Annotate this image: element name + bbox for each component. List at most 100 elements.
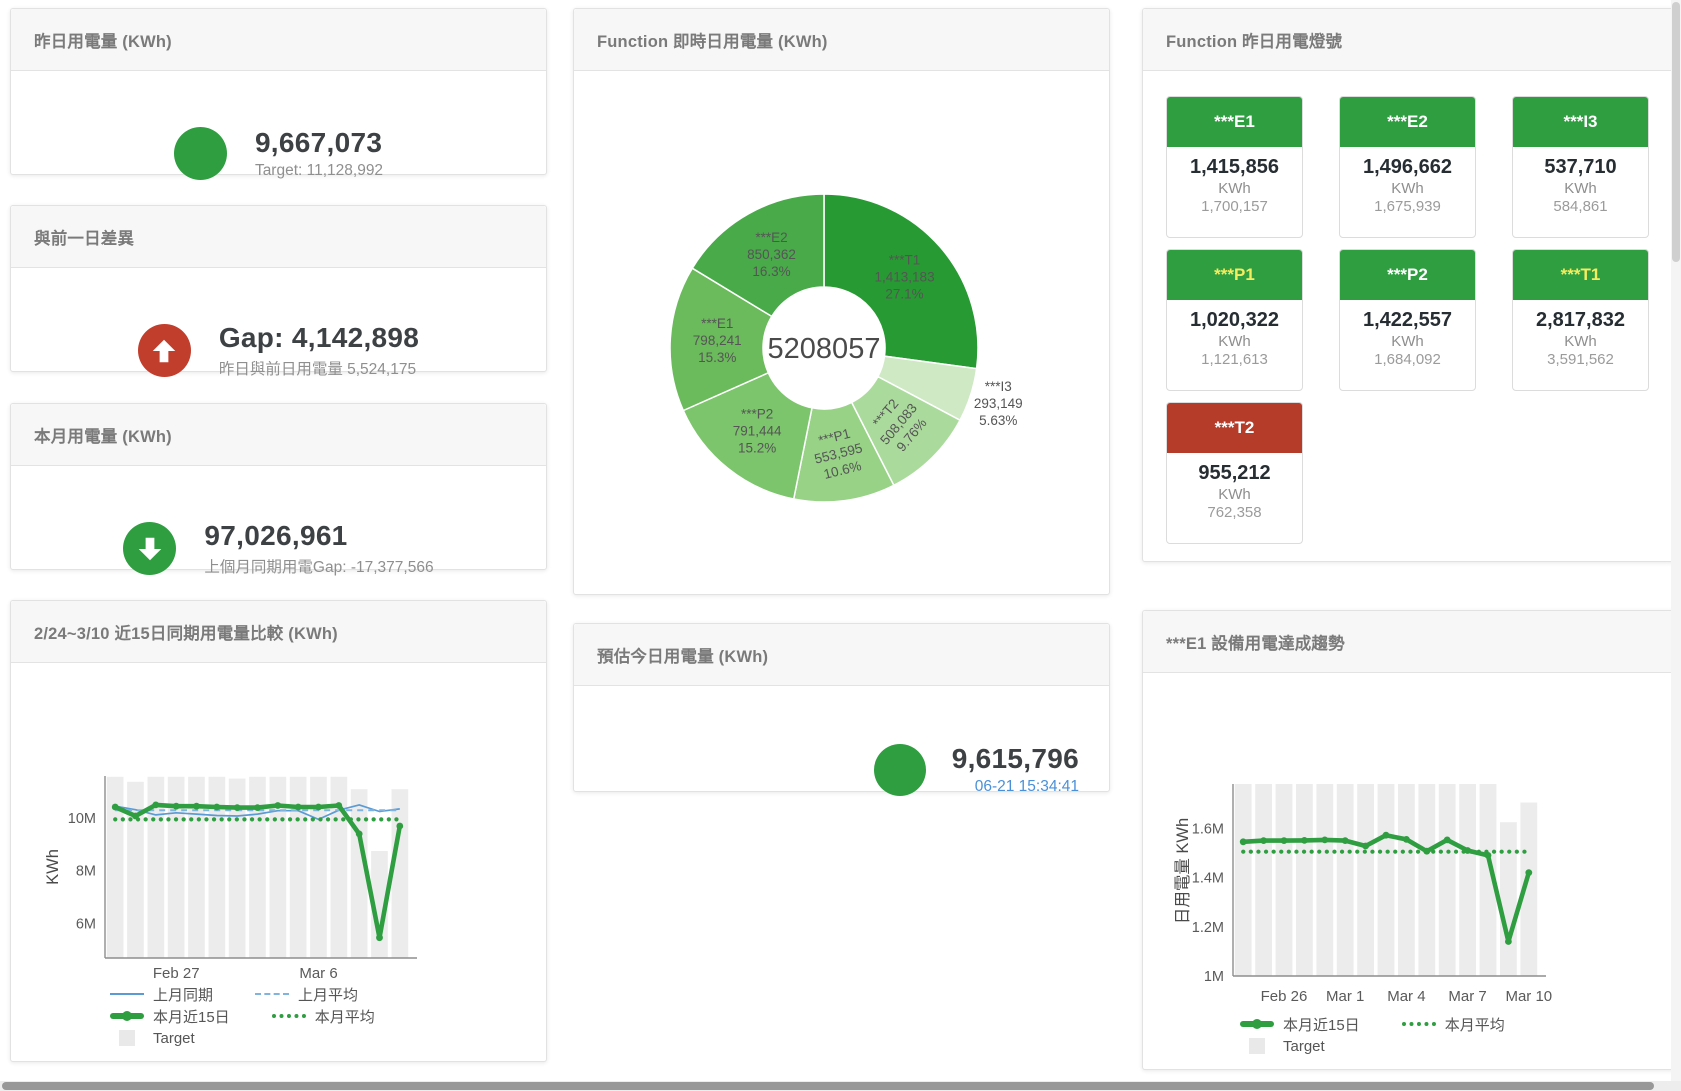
legend-item[interactable]: Target [1240,1038,1325,1055]
tile-target-value: 3,591,562 [1513,351,1648,368]
y-tick-label: 1.2M [1192,920,1224,936]
horizontal-scrollbar-thumb[interactable] [2,1082,1654,1090]
target-bar [1500,822,1517,976]
y-tick-label: 6M [76,916,96,932]
tile-usage-value: 1,422,557 [1340,309,1475,332]
donut-slice-label: ***I3293,1495.63% [974,379,1023,428]
target-bar [1276,784,1293,976]
legend-item[interactable]: 本月平均 [1402,1014,1505,1035]
tile-usage-value: 537,710 [1513,156,1648,179]
light-tile-E2: ***E21,496,662KWh1,675,939 [1339,96,1476,238]
y-tick-label: 1.4M [1192,871,1224,887]
panel-e1-trend-chart: ***E1 設備用電達成趨勢 1M1.2M1.4M1.6MFeb 26Mar 1… [1142,610,1679,1070]
tile-status-header: ***T2 [1167,403,1302,453]
panel-header: 預估今日用電量 (KWh) [574,624,1109,686]
target-bar [1235,784,1252,976]
yesterday-usage-value: 9,667,073 [255,127,383,159]
tile-usage-value: 1,496,662 [1340,156,1475,179]
e1trend-legend: 本月近15日 本月平均 Target [1240,1015,1505,1055]
legend-item[interactable]: 上月同期 [110,984,213,1005]
tile-unit-label: KWh [1167,180,1302,197]
data-point-marker [152,802,159,809]
legend-label: 上月同期 [153,984,213,1005]
panel-15day-compare-chart: 2/24~3/10 近15日同期用電量比較 (KWh) 6M8M10MFeb 2… [10,600,547,1062]
arrow-down-circle-icon [123,522,176,575]
panel-title: 與前一日差異 [34,225,134,249]
target-bar [1439,784,1456,976]
donut-center-total: 5208057 [768,333,881,365]
tile-status-header: ***T1 [1513,250,1648,300]
energy-dashboard: 昨日用電量 (KWh) 9,667,073 Target: 11,128,992… [0,0,1681,1091]
tile-status-header: ***E1 [1167,97,1302,147]
e1trend-chart-area[interactable]: 1M1.2M1.4M1.6MFeb 26Mar 1Mar 4Mar 7Mar 1… [1143,673,1678,1069]
day-gap-value: Gap: 4,142,898 [219,322,419,354]
data-point-marker [193,803,200,810]
horizontal-scrollbar[interactable] [0,1081,1681,1091]
x-tick-label: Mar 7 [1448,988,1486,1005]
tile-usage-value: 955,212 [1167,462,1302,485]
tile-status-header: ***E2 [1340,97,1475,147]
legend-label: Target [1283,1038,1325,1055]
target-bar [1316,784,1333,976]
e1trend-svg: 1M1.2M1.4M1.6MFeb 26Mar 1Mar 4Mar 7Mar 1… [1143,673,1678,1069]
legend-label: 本月平均 [1445,1014,1505,1035]
x-tick-label: Mar 10 [1505,988,1552,1005]
data-point-marker [1321,837,1328,844]
tile-target-value: 1,684,092 [1340,351,1475,368]
target-bar [1296,784,1313,976]
tile-status-header: ***P2 [1340,250,1475,300]
light-tile-E1: ***E11,415,856KWh1,700,157 [1166,96,1303,238]
panel-header: Function 即時日用電量 (KWh) [574,9,1109,71]
thin-line-swatch [110,993,144,995]
legend-label: 本月近15日 [1283,1014,1360,1035]
x-tick-label: Feb 27 [153,965,200,982]
legend-item[interactable]: Target [110,1030,195,1047]
target-bar [1459,784,1476,976]
target-swatch [1249,1038,1265,1054]
panel-header: 與前一日差異 [11,206,546,268]
panel-title: 預估今日用電量 (KWh) [597,643,768,667]
data-point-marker [1383,832,1390,839]
panel-yesterday-lights: Function 昨日用電燈號 ***E11,415,856KWh1,700,1… [1142,8,1679,562]
donut-chart-area[interactable]: ***T11,413,18327.1%***I3293,1495.63%***T… [574,71,1109,594]
panel-title: ***E1 設備用電達成趨勢 [1166,630,1345,654]
data-point-marker [112,804,119,811]
data-point-marker [173,803,180,810]
y-tick-label: 1.6M [1192,821,1224,837]
target-bar [1398,784,1415,976]
vertical-scrollbar-thumb[interactable] [1672,2,1680,262]
data-point-marker [315,804,322,811]
yesterday-usage-target: Target: 11,128,992 [255,162,383,180]
tile-unit-label: KWh [1340,333,1475,350]
green-status-circle-icon [174,127,227,180]
tile-usage-value: 1,415,856 [1167,156,1302,179]
legend-item[interactable]: 上月平均 [255,984,358,1005]
legend-item[interactable]: 本月平均 [272,1006,375,1027]
data-point-marker [234,804,241,811]
legend-item[interactable]: 本月近15日 [1240,1014,1360,1035]
legend-label: Target [153,1030,195,1047]
compare15-chart-area[interactable]: 6M8M10MFeb 27Mar 6KWh上月同期上月平均本月近15日本月平均T… [11,663,546,1061]
tile-target-value: 584,861 [1513,198,1648,215]
data-point-marker [356,831,363,838]
tile-unit-label: KWh [1167,333,1302,350]
tile-target-value: 1,675,939 [1340,198,1475,215]
legend-item[interactable]: 本月近15日 [110,1006,230,1027]
vertical-scrollbar[interactable] [1671,0,1681,1081]
tile-unit-label: KWh [1167,486,1302,503]
data-point-marker [1403,836,1410,843]
light-tile-I3: ***I3537,710KWh584,861 [1512,96,1649,238]
tile-status-header: ***I3 [1513,97,1648,147]
target-bar [392,789,409,958]
panel-day-gap: 與前一日差異 Gap: 4,142,898 昨日與前日用電量 5,524,175 [10,205,547,372]
realtime-donut-chart: ***T11,413,18327.1%***I3293,1495.63%***T… [574,71,1109,594]
light-tile-T2: ***T2955,212KWh762,358 [1166,402,1303,544]
data-point-marker [335,802,342,809]
y-tick-label: 8M [76,864,96,880]
estimate-timestamp: 06-21 15:34:41 [952,778,1079,796]
legend-label: 本月平均 [315,1006,375,1027]
data-point-marker [1260,837,1267,844]
thick-line-swatch [110,1013,144,1019]
light-tile-P1: ***P11,020,322KWh1,121,613 [1166,249,1303,391]
compare15-legend: 上月同期 上月平均本月近15日 本月平均 Target [110,985,375,1047]
